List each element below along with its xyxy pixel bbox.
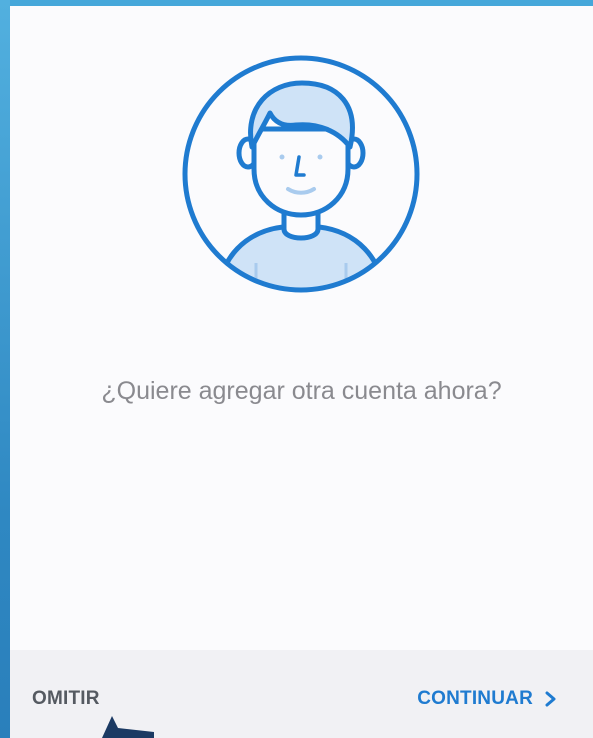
add-account-question: ¿Quiere agregar otra cuenta ahora? [101,377,502,405]
skip-button[interactable]: OMITIR [32,688,100,710]
window-left-edge [0,0,10,738]
user-avatar-icon [178,51,424,297]
continue-label: CONTINUAR [417,688,533,709]
chevron-right-icon [545,691,556,707]
continue-button[interactable]: CONTINUAR [417,688,557,710]
mouse-pointer-icon [102,716,154,738]
add-account-screen: ¿Quiere agregar otra cuenta ahora? OMITI… [10,6,593,738]
